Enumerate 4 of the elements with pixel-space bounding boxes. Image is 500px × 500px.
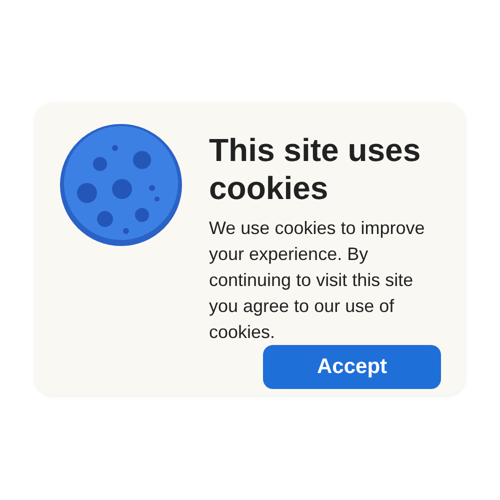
accept-button[interactable]: Accept bbox=[263, 345, 441, 389]
dialog-message: We use cookies to improve your experience. By continuing to visit this site you agree to our use of cookies. bbox=[209, 217, 426, 344]
cookie-icon bbox=[57, 121, 185, 249]
dialog-title: This site uses cookies bbox=[209, 131, 422, 207]
